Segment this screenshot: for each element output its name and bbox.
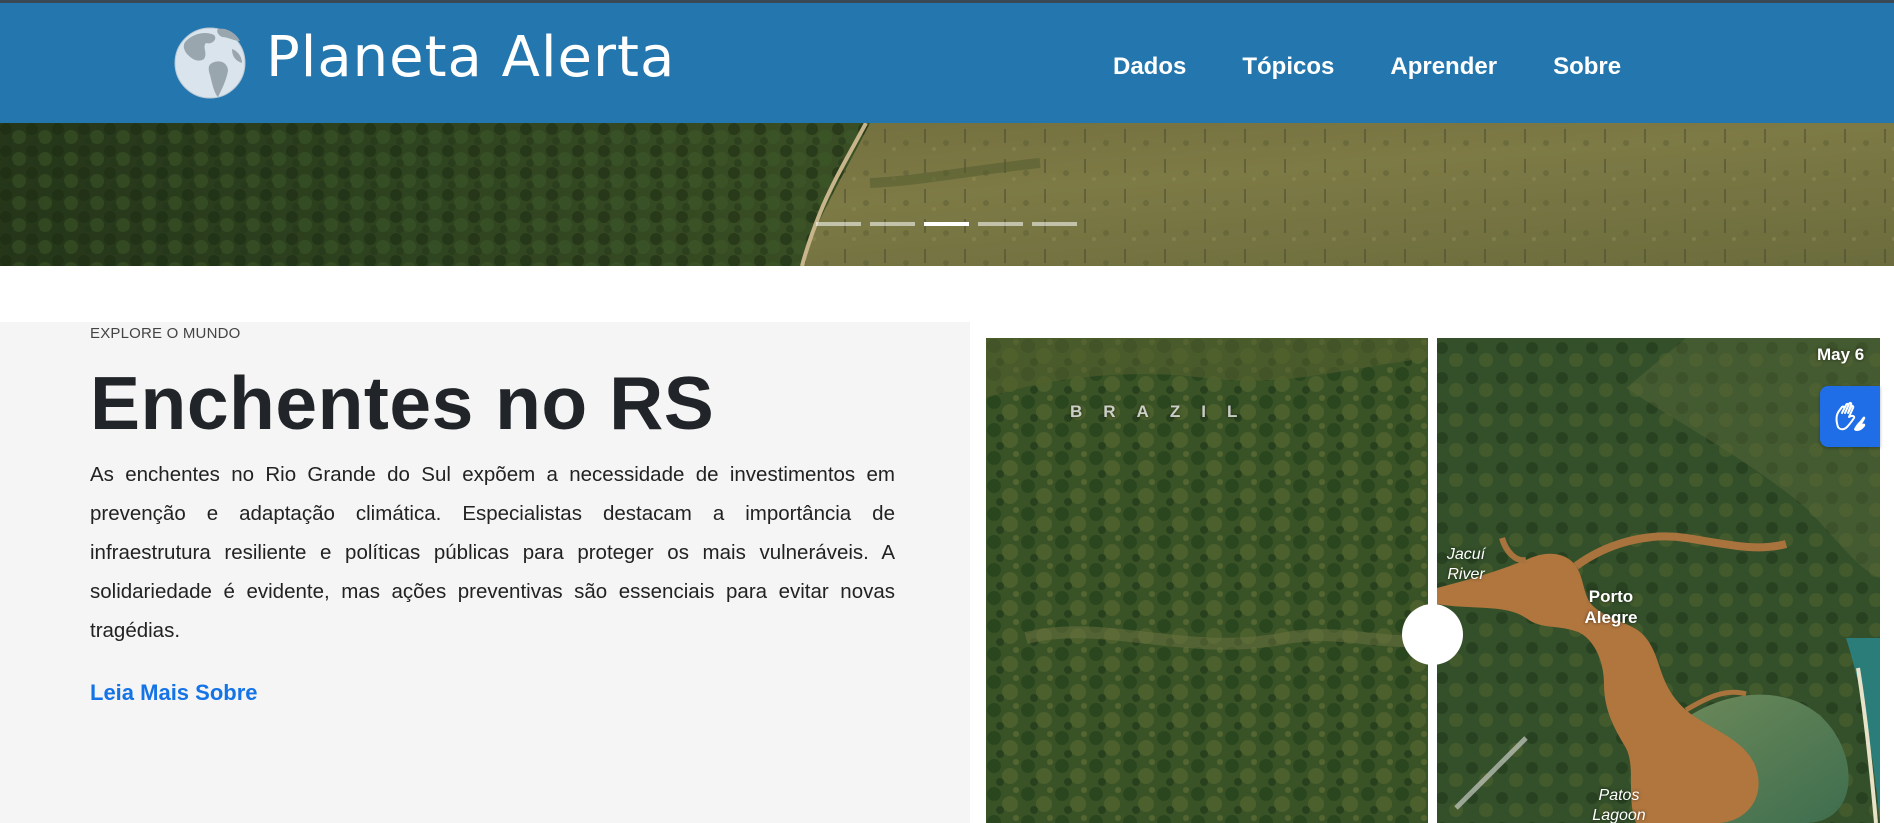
label-date: May 6: [1817, 345, 1865, 364]
nav-aprender[interactable]: Aprender: [1390, 53, 1497, 81]
nav-dados[interactable]: Dados: [1113, 53, 1186, 81]
site-header: Planeta Alerta Dados Tópicos Aprender So…: [0, 3, 1894, 123]
sign-language-hands-icon: [1835, 401, 1866, 431]
label-country: BRAZIL: [1070, 402, 1259, 421]
label-river: Jacuí River: [1446, 546, 1486, 583]
image-comparison-slider[interactable]: BRAZIL May 6 Jacuí River Porto Alegre Pa…: [986, 338, 1880, 823]
brand-name: Planeta Alerta: [266, 24, 676, 90]
hero-image: [0, 123, 1894, 266]
section-eyebrow: EXPLORE O MUNDO: [90, 325, 241, 342]
carousel-dot-2[interactable]: [870, 222, 915, 226]
feature-panel: EXPLORE O MUNDO Enchentes no RS As enche…: [0, 322, 970, 823]
nav-topicos[interactable]: Tópicos: [1242, 53, 1334, 81]
carousel-dot-4[interactable]: [978, 222, 1023, 226]
globe-icon: [174, 27, 246, 99]
hero-carousel: [0, 123, 1894, 266]
feature-title: Enchentes no RS: [90, 361, 715, 445]
main-nav: Dados Tópicos Aprender Sobre: [1113, 53, 1621, 81]
carousel-indicators: [816, 222, 1086, 226]
site-logo[interactable]: Planeta Alerta: [172, 19, 675, 109]
feature-description: As enchentes no Rio Grande do Sul expõem…: [90, 463, 895, 642]
comparison-handle[interactable]: [1402, 604, 1463, 665]
carousel-dot-5[interactable]: [1032, 222, 1077, 226]
label-city: Porto Alegre: [1584, 587, 1638, 627]
carousel-dot-1[interactable]: [816, 222, 861, 226]
comparison-divider[interactable]: [1428, 338, 1437, 823]
label-lagoon: Patos Lagoon: [1592, 787, 1646, 823]
nav-sobre[interactable]: Sobre: [1553, 53, 1621, 81]
carousel-dot-3-active[interactable]: [924, 222, 969, 226]
accessibility-widget-button[interactable]: [1820, 386, 1880, 447]
read-more-link[interactable]: Leia Mais Sobre: [90, 680, 258, 706]
